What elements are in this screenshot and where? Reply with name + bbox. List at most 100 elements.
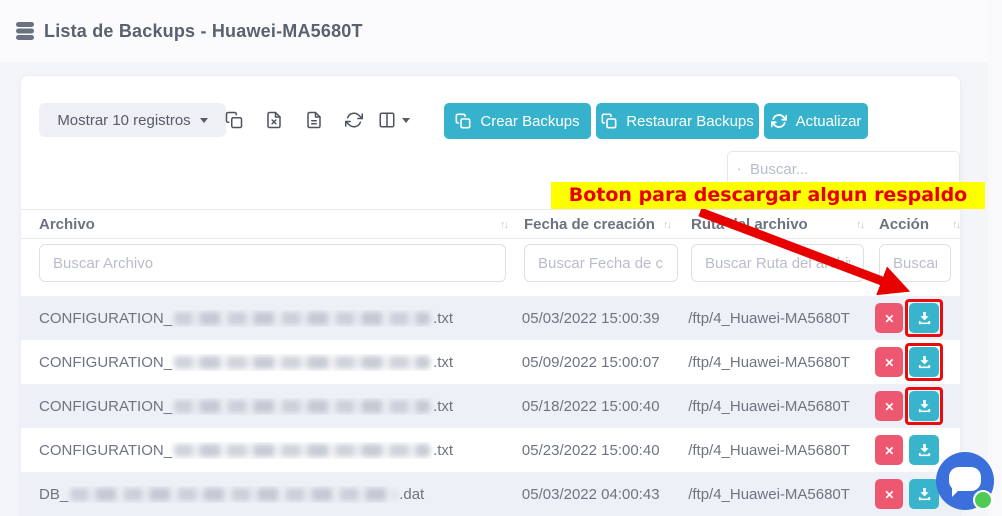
delete-button[interactable] — [875, 391, 903, 421]
column-header-ruta[interactable]: Ruta del archivo — [691, 210, 863, 239]
delete-button[interactable] — [875, 303, 903, 333]
page-title: Lista de Backups - Huawei-MA5680T — [44, 21, 363, 42]
created-date-cell: 05/03/2022 04:00:43 — [522, 486, 688, 503]
page-header: Lista de Backups - Huawei-MA5680T — [0, 0, 1002, 62]
file-cell: CONFIGURATION_ .txt — [39, 398, 522, 415]
chevron-down-icon — [200, 118, 208, 123]
file-path-cell: /ftp/4_Huawei-MA5680T — [688, 442, 875, 459]
chat-widget-button[interactable] — [936, 452, 994, 510]
table-row: CONFIGURATION_ .txt 05/09/2022 15:00:07 … — [21, 340, 960, 384]
redacted-blur — [174, 400, 430, 413]
file-extension: .txt — [433, 398, 453, 415]
table-header-row: Archivo Fecha de creación Ruta del archi… — [21, 209, 960, 239]
redacted-blur — [70, 488, 396, 501]
table-row: CONFIGURATION_ .txt 05/18/2022 15:00:40 … — [21, 384, 960, 428]
delete-button[interactable] — [875, 435, 903, 465]
online-status-dot — [973, 490, 993, 510]
file-name-prefix: CONFIGURATION_ — [39, 310, 172, 327]
x-icon — [884, 399, 894, 414]
database-icon — [15, 21, 35, 41]
x-icon — [884, 311, 894, 326]
table-body: CONFIGURATION_ .txt 05/03/2022 15:00:39 … — [21, 296, 960, 516]
annotation-label: Boton para descargar algun respaldo — [551, 182, 985, 209]
backup-icon — [455, 113, 471, 129]
chat-bubble-icon — [949, 467, 981, 491]
actions-cell — [875, 343, 960, 381]
download-icon — [917, 487, 932, 502]
refresh-button[interactable]: Actualizar — [764, 103, 868, 139]
download-button[interactable] — [909, 479, 939, 509]
download-button[interactable] — [909, 347, 939, 377]
filter-archivo-input[interactable] — [39, 244, 506, 282]
file-path-cell: /ftp/4_Huawei-MA5680T — [688, 354, 875, 371]
filter-fecha-input[interactable] — [524, 244, 678, 282]
file-name-prefix: DB_ — [39, 486, 68, 503]
search-input[interactable] — [750, 161, 949, 178]
column-visibility-icon[interactable] — [377, 103, 411, 137]
download-icon — [917, 443, 932, 458]
x-icon — [884, 355, 894, 370]
file-extension: .txt — [433, 354, 453, 371]
download-button[interactable] — [909, 391, 939, 421]
filter-ruta-input[interactable] — [691, 244, 864, 282]
filter-accion-input[interactable] — [879, 244, 951, 282]
restore-icon — [601, 113, 617, 129]
file-cell: CONFIGURATION_ .txt — [39, 354, 522, 371]
sort-icon — [500, 219, 507, 231]
column-header-fecha[interactable]: Fecha de creación — [524, 210, 670, 239]
created-date-cell: 05/23/2022 15:00:40 — [522, 442, 688, 459]
show-records-label: Mostrar 10 registros — [57, 112, 190, 129]
file-cell: CONFIGURATION_ .txt — [39, 442, 522, 459]
download-button[interactable] — [909, 435, 939, 465]
delete-button[interactable] — [875, 479, 903, 509]
download-icon — [917, 311, 932, 326]
table-row: CONFIGURATION_ .txt 05/03/2022 15:00:39 … — [21, 296, 960, 340]
search-icon — [738, 161, 740, 178]
file-path-cell: /ftp/4_Huawei-MA5680T — [688, 398, 875, 415]
delete-button[interactable] — [875, 347, 903, 377]
column-label: Acción — [879, 216, 929, 233]
download-button[interactable] — [909, 303, 939, 333]
download-icon — [917, 355, 932, 370]
download-button-wrapper — [905, 387, 943, 425]
download-button-wrapper — [905, 299, 943, 337]
redacted-blur — [174, 356, 430, 369]
create-backups-button[interactable]: Crear Backups — [444, 103, 591, 139]
file-path-cell: /ftp/4_Huawei-MA5680T — [688, 310, 875, 327]
restore-backups-button[interactable]: Restaurar Backups — [596, 103, 759, 139]
copy-icon[interactable] — [217, 103, 251, 137]
table-row: DB_ .dat 05/03/2022 04:00:43 /ftp/4_Huaw… — [21, 472, 960, 516]
file-name-prefix: CONFIGURATION_ — [39, 442, 172, 459]
download-button-wrapper — [905, 431, 943, 469]
restore-backups-label: Restaurar Backups — [626, 113, 754, 130]
sort-icon — [663, 219, 670, 231]
reload-icon[interactable] — [337, 103, 371, 137]
export-file-icon[interactable] — [297, 103, 331, 137]
x-icon — [884, 443, 894, 458]
created-date-cell: 05/18/2022 15:00:40 — [522, 398, 688, 415]
file-path-cell: /ftp/4_Huawei-MA5680T — [688, 486, 875, 503]
create-backups-label: Crear Backups — [480, 113, 579, 130]
file-name-prefix: CONFIGURATION_ — [39, 354, 172, 371]
redacted-blur — [174, 444, 430, 457]
column-header-accion[interactable]: Acción — [879, 210, 959, 239]
column-label: Fecha de creación — [524, 216, 655, 233]
backups-card: Mostrar 10 registros — [20, 75, 961, 516]
file-cell: DB_ .dat — [39, 486, 522, 503]
table-row: CONFIGURATION_ .txt 05/23/2022 15:00:40 … — [21, 428, 960, 472]
redacted-blur — [174, 312, 430, 325]
actions-cell — [875, 387, 960, 425]
refresh-label: Actualizar — [796, 113, 862, 130]
export-toolbar — [217, 103, 411, 137]
refresh-icon — [771, 113, 787, 129]
download-button-wrapper — [905, 343, 943, 381]
sort-icon — [952, 219, 959, 231]
show-records-dropdown[interactable]: Mostrar 10 registros — [39, 103, 226, 137]
export-excel-icon[interactable] — [257, 103, 291, 137]
created-date-cell: 05/09/2022 15:00:07 — [522, 354, 688, 371]
file-name-prefix: CONFIGURATION_ — [39, 398, 172, 415]
page-gutter — [988, 0, 1002, 516]
column-header-archivo[interactable]: Archivo — [39, 210, 507, 239]
file-extension: .txt — [433, 310, 453, 327]
file-extension: .txt — [433, 442, 453, 459]
